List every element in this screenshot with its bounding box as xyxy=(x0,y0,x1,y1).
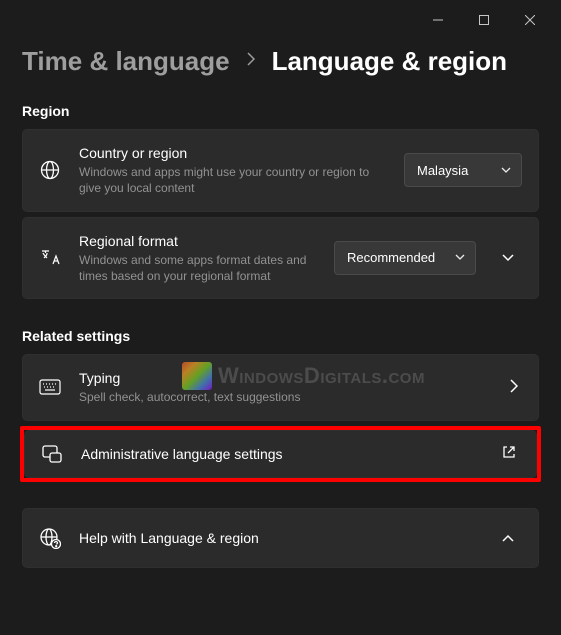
highlight-box: Administrative language settings xyxy=(20,426,541,482)
regional-format-row[interactable]: Regional format Windows and some apps fo… xyxy=(22,217,539,300)
chevron-down-icon xyxy=(455,252,465,263)
country-value: Malaysia xyxy=(417,163,468,178)
open-external-icon xyxy=(502,445,520,462)
maximize-button[interactable] xyxy=(461,4,507,36)
typing-title: Typing xyxy=(79,369,492,387)
collapse-button[interactable] xyxy=(494,534,522,542)
window-overlap-icon xyxy=(41,445,63,463)
format-value: Recommended xyxy=(347,250,435,265)
region-section-label: Region xyxy=(22,103,539,119)
expand-button[interactable] xyxy=(494,254,522,262)
country-sub: Windows and apps might use your country … xyxy=(79,164,386,196)
globe-icon xyxy=(39,160,61,180)
close-button[interactable] xyxy=(507,4,553,36)
titlebar xyxy=(0,0,561,40)
chevron-down-icon xyxy=(501,165,511,176)
keyboard-icon xyxy=(39,379,61,395)
typing-sub: Spell check, autocorrect, text suggestio… xyxy=(79,389,492,405)
country-title: Country or region xyxy=(79,144,386,162)
country-region-row[interactable]: Country or region Windows and apps might… xyxy=(22,129,539,212)
format-title: Regional format xyxy=(79,232,316,250)
breadcrumb: Time & language Language & region xyxy=(22,46,539,77)
related-section-label: Related settings xyxy=(22,328,539,344)
admin-language-row[interactable]: Administrative language settings xyxy=(24,430,537,478)
breadcrumb-parent[interactable]: Time & language xyxy=(22,46,230,77)
chevron-right-icon xyxy=(246,52,256,71)
format-sub: Windows and some apps format dates and t… xyxy=(79,252,316,284)
country-dropdown[interactable]: Malaysia xyxy=(404,153,522,187)
breadcrumb-current: Language & region xyxy=(272,46,507,77)
typing-row[interactable]: Typing Spell check, autocorrect, text su… xyxy=(22,354,539,420)
format-dropdown[interactable]: Recommended xyxy=(334,241,476,275)
help-title: Help with Language & region xyxy=(79,529,476,547)
help-row[interactable]: Help with Language & region xyxy=(22,508,539,568)
admin-title: Administrative language settings xyxy=(81,445,484,463)
minimize-button[interactable] xyxy=(415,4,461,36)
help-globe-icon xyxy=(39,527,61,549)
chevron-right-icon xyxy=(510,379,522,396)
language-format-icon xyxy=(39,248,61,268)
